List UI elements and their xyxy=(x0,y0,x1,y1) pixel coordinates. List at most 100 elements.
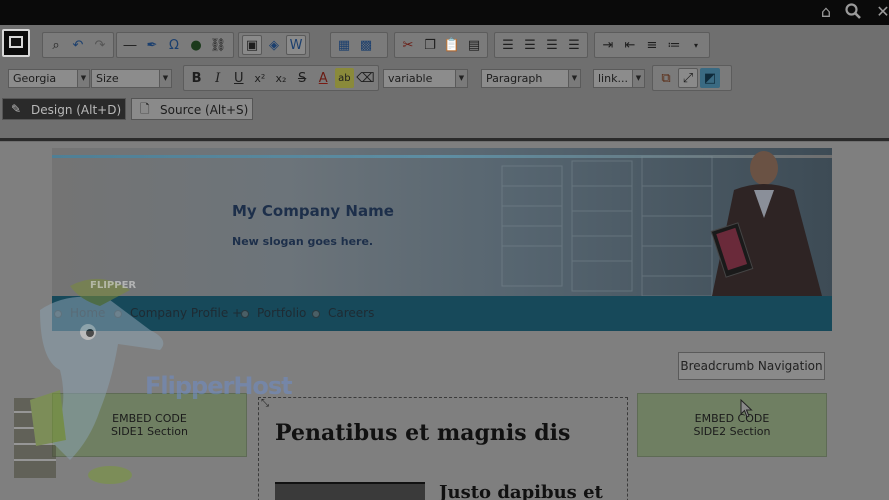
subscript-icon[interactable]: x₂ xyxy=(271,68,290,88)
chevron-down-icon[interactable]: ▾ xyxy=(686,35,706,55)
home-icon[interactable]: ⌂ xyxy=(815,2,837,22)
flash-icon[interactable]: ◈ xyxy=(264,35,284,55)
eraser-icon[interactable]: ⌫ xyxy=(356,68,375,88)
chevron-down-icon: ▼ xyxy=(159,70,171,87)
word-paste-icon[interactable]: W xyxy=(286,35,306,55)
toolbar-group-format: B I U x² x₂ S A ab ⌫ xyxy=(183,65,379,91)
font-size-select[interactable]: Size ▼ xyxy=(91,69,172,88)
horizontal-rule-icon[interactable]: ― xyxy=(120,35,140,55)
paste-text-icon[interactable]: ▤ xyxy=(464,35,484,55)
mouse-cursor-icon xyxy=(740,399,753,418)
templates-icon[interactable]: ⧉ xyxy=(656,68,676,88)
align-right-icon[interactable]: ☰ xyxy=(542,35,562,55)
content-heading[interactable]: Penatibus et magnis dis xyxy=(275,420,570,446)
align-center-icon[interactable]: ☰ xyxy=(520,35,540,55)
toolbar-group-insert: ― ✒ Ω ● ⛓ xyxy=(116,32,234,58)
toolbar-group-edit: ⌕ ↶ ↷ xyxy=(42,32,114,58)
tab-source[interactable]: 🗋 Source (Alt+S) xyxy=(131,98,253,120)
copy-icon[interactable]: ❐ xyxy=(420,35,440,55)
content-image[interactable] xyxy=(275,482,425,500)
nav-item-portfolio[interactable]: Portfolio xyxy=(257,296,306,331)
toolbar-group-media: ▣ ◈ W xyxy=(238,32,310,58)
font-family-value: Georgia xyxy=(13,72,57,85)
nav-bullet-icon xyxy=(114,310,122,318)
redo-icon[interactable]: ↷ xyxy=(90,35,110,55)
paste-icon[interactable]: 📋 xyxy=(442,35,462,55)
editor-toolbar: ⌕ ↶ ↷ ― ✒ Ω ● ⛓ ▣ ◈ W ▦ ▩ ✂ ❐ 📋 ▤ ☰ ☰ ☰ … xyxy=(0,25,889,142)
editor-canvas[interactable]: My Company Name New slogan goes here. Ho… xyxy=(0,142,889,500)
tab-source-label: Source (Alt+S) xyxy=(160,103,249,117)
content-subheading[interactable]: Justo dapibus et xyxy=(439,482,625,500)
table-icon[interactable]: ▦ xyxy=(334,35,354,55)
chevron-down-icon: ▼ xyxy=(77,70,89,87)
mode-tabs: ✎ Design (Alt+D) 🗋 Source (Alt+S) xyxy=(0,98,889,120)
embed-side1-line2: SIDE1 Section xyxy=(110,425,188,438)
design-pencil-icon: ✎ xyxy=(11,102,22,116)
header-banner: My Company Name New slogan goes here. xyxy=(52,148,832,296)
underline-icon[interactable]: U xyxy=(229,68,248,88)
fullscreen-icon[interactable]: ⤢ xyxy=(678,68,698,88)
toolbar-group-table: ▦ ▩ xyxy=(330,32,388,58)
nav-item-careers[interactable]: Careers xyxy=(328,296,374,331)
tab-design[interactable]: ✎ Design (Alt+D) xyxy=(2,98,126,120)
toolbar-row-2: Georgia ▼ Size ▼ B I U x² x₂ S A ab ⌫ va… xyxy=(0,61,889,95)
embed-side1-line1: EMBED CODE xyxy=(112,412,187,425)
paragraph-format-value: Paragraph xyxy=(486,72,543,85)
main-content-region[interactable]: Penatibus et magnis dis Justo dapibus et xyxy=(258,397,628,500)
close-icon[interactable]: ✕ xyxy=(872,2,889,22)
image-icon[interactable]: ▣ xyxy=(242,35,262,55)
undo-icon[interactable]: ↶ xyxy=(68,35,88,55)
italic-icon[interactable]: I xyxy=(208,68,227,88)
font-color-icon[interactable]: A xyxy=(314,68,333,88)
toolbar-row-1: ⌕ ↶ ↷ ― ✒ Ω ● ⛓ ▣ ◈ W ▦ ▩ ✂ ❐ 📋 ▤ ☰ ☰ ☰ … xyxy=(0,28,889,62)
highlight-icon[interactable]: ab xyxy=(334,68,354,88)
nav-bullet-icon xyxy=(241,310,249,318)
embed-side2-line1: EMBED CODE xyxy=(694,412,770,425)
superscript-icon[interactable]: x² xyxy=(250,68,269,88)
paragraph-format-select[interactable]: Paragraph ▼ xyxy=(481,69,581,88)
toolbar-group-align: ☰ ☰ ☰ ☰ xyxy=(494,32,588,58)
embed-side1-box[interactable]: EMBED CODE SIDE1 Section xyxy=(52,393,247,457)
toolbar-group-lists: ⇥ ⇤ ≡ ≔ ▾ xyxy=(594,32,710,58)
toolbar-divider xyxy=(0,138,889,141)
chevron-down-icon: ▼ xyxy=(455,70,467,87)
nav-bar: Home Company Profile + Portfolio Careers xyxy=(52,296,832,331)
indent-icon[interactable]: ⇥ xyxy=(598,35,618,55)
bold-icon[interactable]: B xyxy=(187,68,206,88)
nav-bullet-icon xyxy=(54,310,62,318)
document-icon: 🗋 xyxy=(140,102,150,116)
chevron-down-icon: ▼ xyxy=(568,70,580,87)
align-justify-icon[interactable]: ☰ xyxy=(564,35,584,55)
link-select[interactable]: link... ▼ xyxy=(593,69,645,88)
cut-icon[interactable]: ✂ xyxy=(398,35,418,55)
nav-item-company-profile[interactable]: Company Profile + xyxy=(130,296,242,331)
ordered-list-icon[interactable]: ≡ xyxy=(642,35,662,55)
strikethrough-icon[interactable]: S xyxy=(293,68,312,88)
find-icon[interactable]: ⌕ xyxy=(46,35,66,55)
css-class-select[interactable]: variable ▼ xyxy=(383,69,468,88)
toolbar-group-extra: ⧉ ⤢ ◩ xyxy=(652,65,732,91)
embed-side2-line2: SIDE2 Section xyxy=(693,425,771,438)
pen-icon[interactable]: ✒ xyxy=(142,35,162,55)
font-family-select[interactable]: Georgia ▼ xyxy=(8,69,90,88)
app-window: ⌂ ✕ ⌕ ↶ ↷ ― ✒ Ω ● ⛓ ▣ ◈ W ▦ ▩ ✂ ❐ 📋 ▤ ☰ … xyxy=(0,0,889,500)
link-globe-icon[interactable]: ● xyxy=(186,35,206,55)
bullet-list-icon[interactable]: ≔ xyxy=(664,35,684,55)
align-left-icon[interactable]: ☰ xyxy=(498,35,518,55)
search-icon[interactable] xyxy=(842,2,864,22)
company-name[interactable]: My Company Name xyxy=(232,202,394,220)
outdent-icon[interactable]: ⇤ xyxy=(620,35,640,55)
css-class-value: variable xyxy=(388,72,433,85)
tab-design-label: Design (Alt+D) xyxy=(31,103,122,117)
breadcrumb-navigation-button[interactable]: Breadcrumb Navigation xyxy=(678,352,825,380)
table-props-icon[interactable]: ▩ xyxy=(356,35,376,55)
nav-item-home[interactable]: Home xyxy=(70,296,105,331)
font-size-value: Size xyxy=(96,72,119,85)
unlink-icon[interactable]: ⛓ xyxy=(208,35,228,55)
toolbar-group-clipboard: ✂ ❐ 📋 ▤ xyxy=(394,32,488,58)
company-slogan[interactable]: New slogan goes here. xyxy=(232,235,373,248)
preview-icon[interactable]: ◩ xyxy=(700,68,720,88)
special-char-icon[interactable]: Ω xyxy=(164,35,184,55)
resize-handle-icon[interactable]: ⤡ xyxy=(258,397,272,411)
embed-side2-box[interactable]: EMBED CODE SIDE2 Section xyxy=(637,393,827,457)
